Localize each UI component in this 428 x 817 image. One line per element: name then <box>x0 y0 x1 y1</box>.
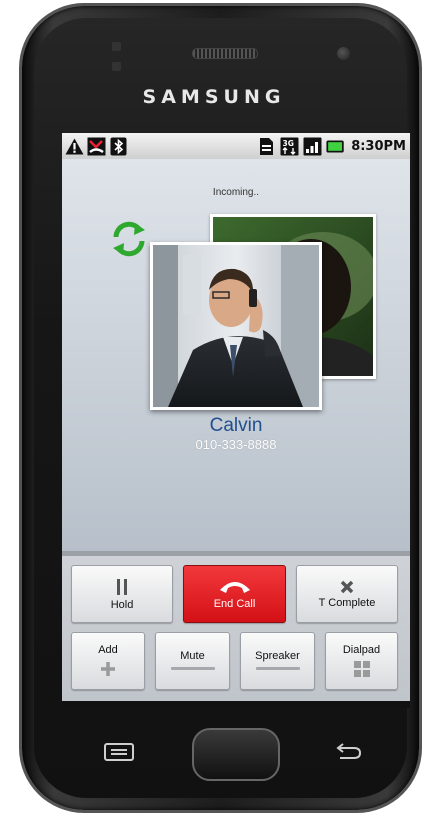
clock: 8:30PM <box>351 138 406 154</box>
front-camera-icon <box>337 47 350 60</box>
missed-call-icon <box>87 137 106 156</box>
plus-icon <box>101 662 115 676</box>
add-label: Add <box>98 644 118 656</box>
dialpad-icon <box>353 661 370 677</box>
pause-icon <box>117 578 127 595</box>
sensor-icon <box>112 42 121 51</box>
speaker-label: Spreaker <box>255 650 300 662</box>
menu-key-icon[interactable] <box>102 741 136 763</box>
hold-label: Hold <box>110 598 134 611</box>
call-status-text: Incoming.. <box>212 187 260 198</box>
t-complete-button[interactable]: T Complete <box>296 565 398 623</box>
toggle-indicator-icon <box>255 667 300 670</box>
toggle-indicator-icon <box>170 667 215 670</box>
mute-button[interactable]: Mute <box>155 632 230 690</box>
incoming-call-panel: Incoming.. Calvin 010-333-8888 <box>62 159 410 551</box>
end-call-button[interactable]: End Call <box>183 565 286 623</box>
sensor-icon <box>112 62 121 71</box>
t-complete-label: T Complete <box>318 596 376 609</box>
hang-up-icon <box>219 582 250 593</box>
dialpad-button[interactable]: Dialpad <box>325 632 398 690</box>
divider <box>62 551 410 556</box>
close-icon <box>340 580 354 593</box>
sd-card-icon <box>257 137 276 156</box>
call-controls: Hold End Call T Complete Add Mute Spreak… <box>62 551 410 708</box>
caller-name: Calvin <box>209 415 263 436</box>
home-button[interactable] <box>192 728 280 781</box>
phone-screen: 3G 8:30PM Incoming.. Calvin 010-333-8888… <box>62 133 410 708</box>
add-call-button[interactable]: Add <box>71 632 145 690</box>
3g-data-icon: 3G <box>280 137 299 156</box>
bluetooth-icon <box>109 137 128 156</box>
status-bar: 3G 8:30PM <box>62 133 410 159</box>
speaker-button[interactable]: Spreaker <box>240 632 315 690</box>
dialpad-label: Dialpad <box>342 644 381 656</box>
rotate-icon[interactable] <box>107 217 151 261</box>
signal-icon <box>303 137 322 156</box>
hold-button[interactable]: Hold <box>71 565 173 623</box>
screen-bottom-edge <box>62 701 410 708</box>
caller-photo <box>150 242 322 410</box>
caller-number: 010-333-8888 <box>195 437 277 452</box>
mute-label: Mute <box>180 650 205 662</box>
svg-text:3G: 3G <box>283 139 294 148</box>
back-key-icon[interactable] <box>330 741 364 763</box>
brand-logo: SAMSUNG <box>142 86 286 108</box>
battery-icon <box>326 137 345 156</box>
end-call-label: End Call <box>213 598 256 610</box>
earpiece-speaker <box>192 48 258 59</box>
warning-icon <box>65 137 84 156</box>
